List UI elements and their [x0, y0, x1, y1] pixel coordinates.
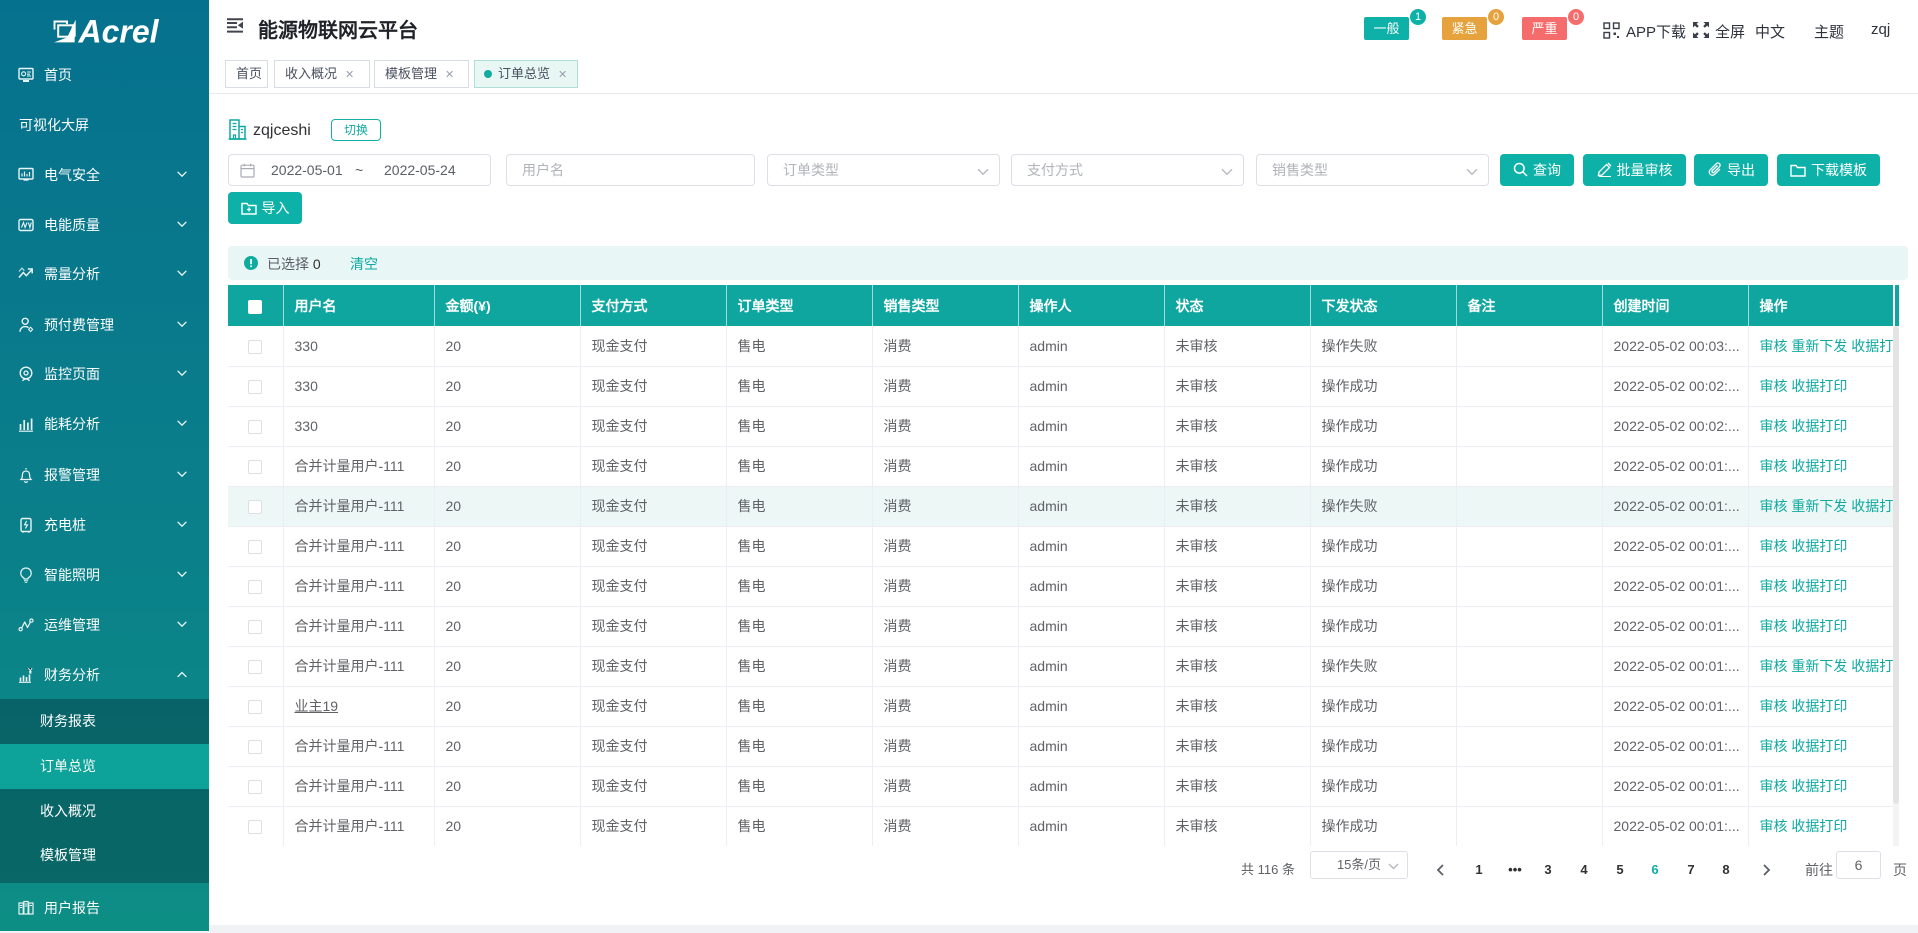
svg-text:Acrel: Acrel [78, 14, 160, 50]
